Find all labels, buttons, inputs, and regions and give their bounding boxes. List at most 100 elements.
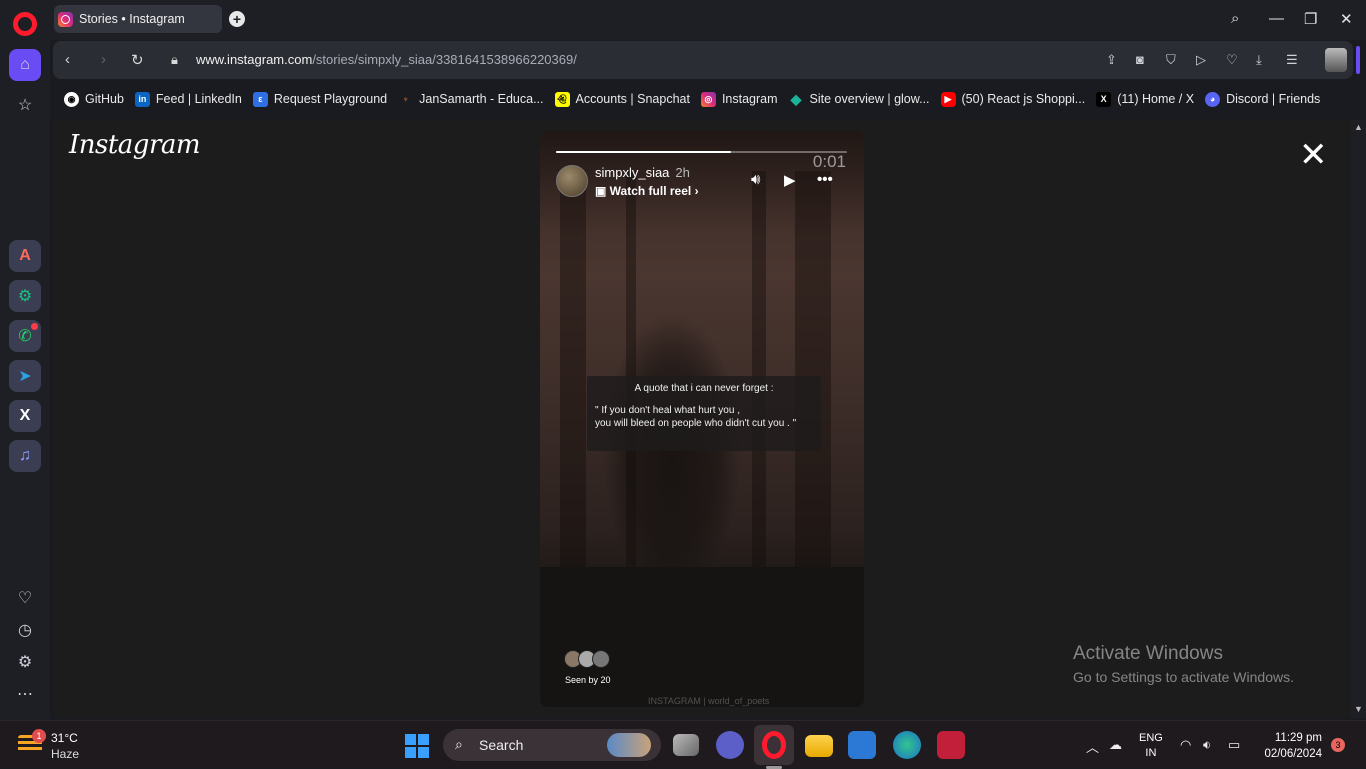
story-progress-fill <box>556 151 731 153</box>
forward-icon[interactable]: › <box>101 51 106 68</box>
jansamarth-icon: ♆ <box>402 94 410 104</box>
back-icon[interactable]: ‹ <box>65 51 70 68</box>
heart-icon[interactable]: ♡ <box>9 582 41 614</box>
windows-taskbar: 1 31°C Haze ⌕ Search ︿ ☁ ENG IN ◠ 🔉︎ ▭ 11… <box>0 720 1366 769</box>
battery-icon[interactable]: ▭ <box>1228 737 1240 753</box>
search-icon: ⌕ <box>455 736 463 752</box>
quote-line-1: " If you don't heal what hurt you , <box>595 405 740 416</box>
bookmark-x[interactable]: X (11) Home / X <box>1096 91 1194 107</box>
play-icon[interactable]: ▷ <box>1196 52 1206 68</box>
file-explorer-icon[interactable] <box>805 735 833 757</box>
volume-icon[interactable]: 🔊︎ <box>751 171 760 188</box>
close-story-button[interactable]: ✕ <box>1299 138 1328 172</box>
story-user-avatar[interactable] <box>556 165 588 197</box>
new-tab-button[interactable]: + <box>229 11 245 27</box>
x-icon[interactable]: X <box>9 400 41 432</box>
youtube-icon: ▶ <box>940 91 956 107</box>
story-progress-bar <box>556 151 847 153</box>
share-icon[interactable]: ⇪ <box>1106 52 1117 68</box>
bookmark-linkedin[interactable]: in Feed | LinkedIn <box>134 91 242 107</box>
viewer-avatar[interactable] <box>592 650 610 668</box>
quote-box: A quote that i can never forget : " If y… <box>587 376 821 451</box>
start-button[interactable] <box>405 734 429 758</box>
story-viewer[interactable]: 0:01 simpxly_siaa 2h ▣ Watch full reel › … <box>540 131 864 707</box>
snapshot-icon[interactable]: ◙ <box>1136 52 1144 67</box>
sidebar-handle[interactable] <box>1356 46 1360 74</box>
show-hidden-icons[interactable]: ︿ <box>1086 737 1099 756</box>
tab-instagram-stories[interactable]: Stories • Instagram <box>54 5 222 33</box>
scroll-down-icon[interactable]: ▼ <box>1354 704 1363 714</box>
wifi-icon[interactable]: ◠ <box>1180 737 1191 753</box>
settings-icon[interactable]: ⚙ <box>9 646 41 678</box>
opera-sidebar: ⌂ ☆ A ⚙ ✆ ➤ X ♫ ♡ ◷ ⚙ ⋯ <box>0 0 50 720</box>
bookmark-youtube[interactable]: ▶ (50) React js Shoppi... <box>940 91 1085 107</box>
chatgpt-icon[interactable]: ⚙ <box>9 280 41 312</box>
close-window-icon[interactable]: ✕ <box>1340 10 1353 28</box>
bookmark-discord[interactable]: ◕ Discord | Friends <box>1205 91 1320 107</box>
search-tabs-icon[interactable]: ⌕ <box>1231 10 1239 27</box>
profile-avatar[interactable] <box>1325 48 1347 72</box>
discord-icon: ◕ <box>1205 91 1221 107</box>
more-options-icon[interactable]: ••• <box>817 171 833 188</box>
page-scrollbar[interactable]: ▲ ▼ <box>1351 120 1366 718</box>
whatsapp-icon[interactable]: ✆ <box>9 320 41 352</box>
edge-icon[interactable] <box>893 731 921 759</box>
screen-recorder-icon[interactable] <box>937 731 965 759</box>
reel-icon: ▣ <box>595 184 610 198</box>
activate-windows-notice: Activate Windows Go to Settings to activ… <box>1073 643 1294 685</box>
favorite-icon[interactable]: ♡ <box>1226 52 1238 68</box>
home-icon[interactable]: ⌂ <box>9 49 41 81</box>
bookmark-snapchat[interactable]: 👻︎ Accounts | Snapchat <box>554 91 690 107</box>
telegram-icon[interactable]: ➤ <box>9 360 41 392</box>
address-bar-row: ‹ › ↻ 🔒︎ www.instagram.com/stories/simpx… <box>53 41 1353 79</box>
url-field[interactable]: www.instagram.com/stories/simpxly_siaa/3… <box>196 52 577 67</box>
tab-strip: Stories • Instagram + ⌕ — ❐ ✕ <box>50 0 1366 40</box>
speaker-icon[interactable]: 🔉︎ <box>1203 737 1211 753</box>
instagram-page: Instagram ✕ 0:01 simpxly_siaa 2h ▣ Watch … <box>53 120 1351 718</box>
download-icon[interactable]: ⤓ <box>1256 52 1262 68</box>
opera-logo-icon[interactable] <box>13 12 37 36</box>
tab-title: Stories • Instagram <box>79 12 185 26</box>
instagram-favicon-icon <box>58 11 73 27</box>
aria-icon[interactable]: A <box>9 240 41 272</box>
bookmark-request-playground[interactable]: ε Request Playground <box>252 91 387 107</box>
search-highlight-image <box>607 733 651 757</box>
reload-icon[interactable]: ↻ <box>131 51 144 69</box>
instagram-icon: ◎ <box>700 91 716 107</box>
bookmark-github[interactable]: ◉ GitHub <box>64 91 124 107</box>
weather-badge: 1 <box>32 729 46 743</box>
taskbar-clock[interactable]: 11:29 pm 02/06/2024 <box>1258 730 1322 762</box>
bookmark-instagram[interactable]: ◎ Instagram <box>700 91 778 107</box>
store-icon[interactable] <box>848 731 876 759</box>
shield-icon[interactable]: ⛉ <box>1166 52 1176 68</box>
cloud-off-icon[interactable]: ☁ <box>1109 737 1122 753</box>
music-player-icon[interactable]: ♫ <box>9 440 41 472</box>
notification-badge[interactable]: 3 <box>1331 738 1345 752</box>
story-username[interactable]: simpxly_siaa 2h <box>595 165 690 180</box>
opera-icon[interactable] <box>762 731 786 759</box>
minimize-icon[interactable]: — <box>1269 10 1284 27</box>
chevron-right-icon: › <box>691 184 699 198</box>
star-icon[interactable]: ☆ <box>9 89 41 121</box>
scroll-up-icon[interactable]: ▲ <box>1354 122 1363 132</box>
bookmark-site-overview[interactable]: ◆ Site overview | glow... <box>789 91 930 107</box>
forest-ground <box>540 567 864 707</box>
bookmark-jansamarth[interactable]: ♆ JanSamarth - Educa... <box>398 92 543 107</box>
forest-trunk <box>560 171 586 631</box>
task-view-icon[interactable] <box>673 734 699 756</box>
language-indicator[interactable]: ENG IN <box>1139 731 1163 761</box>
snapchat-icon: 👻︎ <box>554 91 570 107</box>
quote-title: A quote that i can never forget : <box>634 383 774 394</box>
history-icon[interactable]: ◷ <box>9 614 41 646</box>
instagram-logo[interactable]: Instagram <box>69 130 201 160</box>
watch-full-reel-link[interactable]: ▣ Watch full reel › <box>595 184 699 198</box>
more-icon[interactable]: ⋯ <box>9 678 41 710</box>
restore-icon[interactable]: ❐ <box>1304 10 1317 28</box>
easy-setup-icon[interactable]: ☰ <box>1286 52 1298 68</box>
seen-by-count[interactable]: Seen by 20 <box>565 675 611 685</box>
lock-icon[interactable]: 🔒︎ <box>171 52 178 68</box>
taskbar-search[interactable]: ⌕ Search <box>443 729 661 761</box>
weather-condition: Haze <box>51 747 80 761</box>
play-icon[interactable]: ▶ <box>784 171 796 189</box>
meet-icon[interactable] <box>716 731 744 759</box>
